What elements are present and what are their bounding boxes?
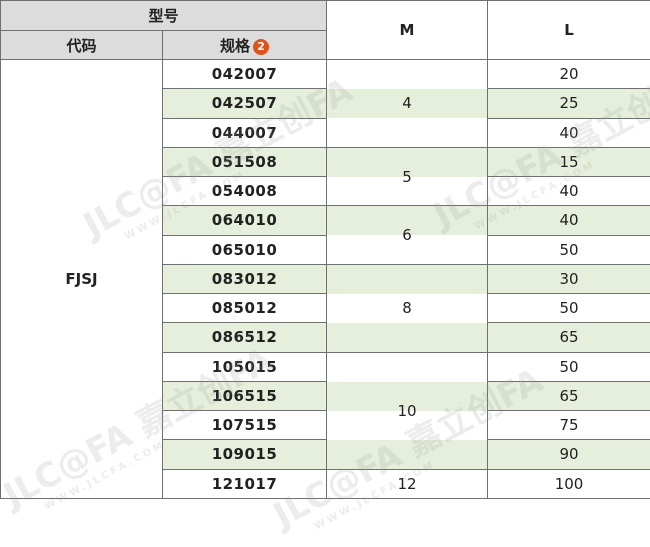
l-cell: 50 [487, 351, 650, 382]
spec-cell: 051508 [161, 146, 328, 178]
spec-cell: 054008 [161, 175, 328, 207]
l-cell: 15 [487, 146, 650, 178]
m-header: M [326, 0, 489, 60]
m-cell: 6 [326, 205, 489, 265]
l-cell: 25 [487, 88, 650, 119]
l-header: L [487, 0, 650, 60]
spec-cell: 086512 [161, 322, 328, 353]
model-code-cell: FJSJ [0, 59, 163, 499]
m-cell: 10 [326, 351, 489, 470]
spec-cell: 083012 [161, 263, 328, 295]
spec-cell: 065010 [161, 234, 328, 265]
spec-cell: 042007 [161, 58, 328, 90]
code-header: 代码 [0, 30, 163, 60]
m-cell: 5 [326, 146, 489, 207]
m-cell: 12 [326, 468, 489, 499]
spec-cell: 085012 [161, 292, 328, 324]
code-header-label: 代码 [66, 36, 97, 55]
spec-header: 规格 2 [161, 30, 328, 60]
model-header: 型号 [0, 0, 328, 31]
spec-header-label: 规格 [220, 36, 251, 55]
spec-table: 型号 M L 代码 规格 2 FJSJ 042007 4 20 042507 25… [0, 0, 650, 499]
l-cell: 100 [487, 468, 650, 499]
l-cell: 40 [487, 117, 650, 148]
spec-cell: 042507 [161, 88, 328, 119]
l-cell: 65 [487, 380, 650, 412]
spec-table-view: 型号 M L 代码 规格 2 FJSJ 042007 4 20 042507 25… [0, 0, 650, 536]
l-cell: 30 [487, 263, 650, 295]
spec-cell: 107515 [161, 409, 328, 441]
spec-cell: 044007 [161, 117, 328, 148]
l-cell: 75 [487, 409, 650, 441]
spec-cell: 106515 [161, 380, 328, 412]
spec-cell: 109015 [161, 439, 328, 470]
l-cell: 50 [487, 292, 650, 324]
m-cell: 4 [326, 59, 489, 148]
spec-cell: 064010 [161, 205, 328, 236]
l-cell: 20 [487, 58, 650, 90]
l-cell: 90 [487, 439, 650, 470]
l-cell: 50 [487, 234, 650, 265]
spec-cell: 121017 [161, 468, 328, 499]
l-cell: 40 [487, 175, 650, 207]
spec-cell: 105015 [161, 351, 328, 382]
spec-note-badge: 2 [253, 38, 270, 55]
l-cell: 40 [487, 205, 650, 236]
m-cell: 8 [326, 263, 489, 353]
l-cell: 65 [487, 322, 650, 353]
